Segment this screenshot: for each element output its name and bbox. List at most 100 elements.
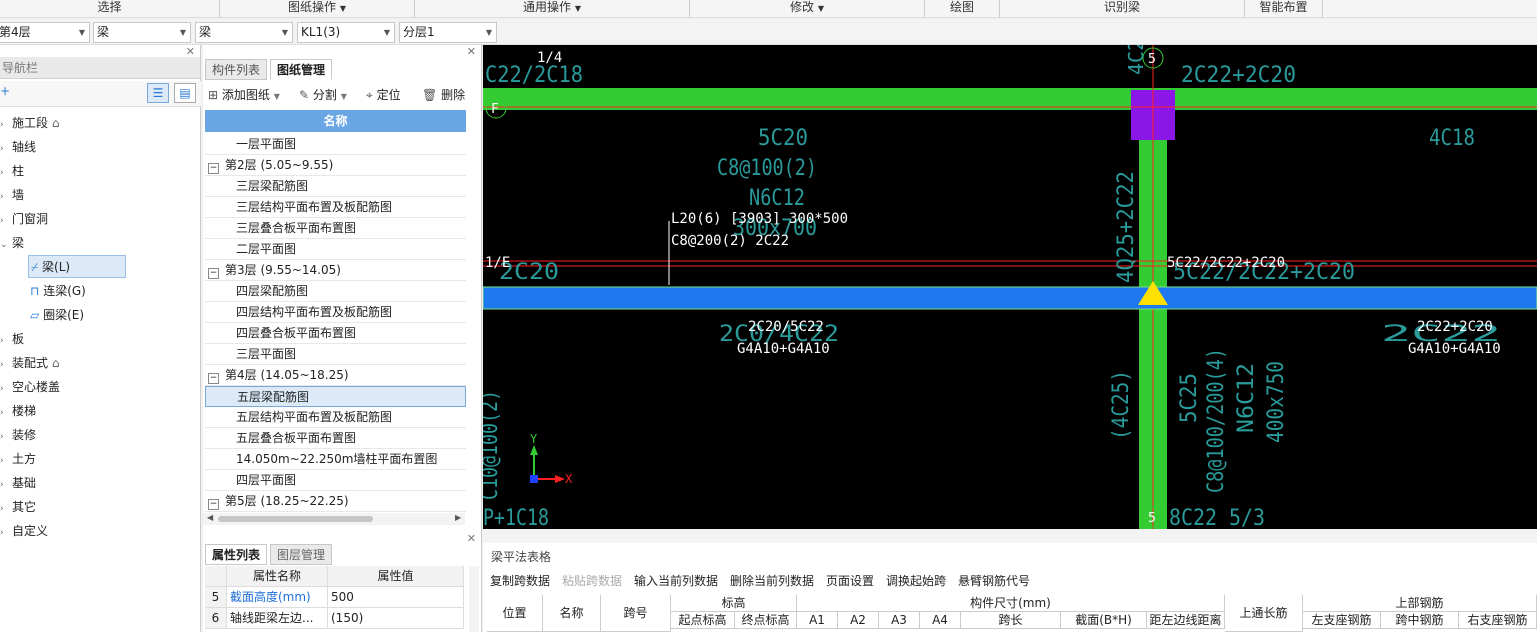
layer-select[interactable]: 分层1 ▼ — [399, 22, 497, 43]
prop-row-value[interactable]: (150) — [328, 608, 464, 629]
drawing-row[interactable]: 三层平面图 — [205, 344, 466, 365]
drawing-row[interactable]: 四层结构平面布置及板配筋图 — [205, 302, 466, 323]
nav-item-prefab[interactable]: › 装配式 ⌂ — [0, 352, 59, 374]
ribbon-smart-layout-group[interactable]: 智能布置 — [1245, 0, 1323, 18]
nav-item-wall[interactable]: › 墙 — [0, 184, 24, 206]
type-select[interactable]: 梁 ▼ — [93, 22, 191, 43]
close-icon[interactable]: ✕ — [467, 532, 476, 545]
ribbon-draw-group[interactable]: 绘图 — [925, 0, 1000, 18]
ribbon-common-ops-group[interactable]: 通用操作 ▼ — [415, 0, 690, 18]
collapse-icon[interactable]: − — [208, 499, 219, 510]
close-icon[interactable]: ✕ — [467, 45, 476, 58]
copy-span-button[interactable]: 复制跨数据 — [490, 572, 550, 589]
chevron-right-icon: › — [0, 528, 4, 538]
row-label: 四层叠合板平面布置图 — [236, 326, 357, 340]
detail-view-icon[interactable]: ▤ — [174, 83, 196, 103]
ribbon-select-group[interactable]: 选择 — [0, 0, 220, 18]
floor-select[interactable]: 第4层 ▼ — [0, 22, 90, 43]
beam-blue-selected[interactable] — [483, 286, 1537, 310]
splitter-bar[interactable] — [483, 529, 1537, 543]
floor-select-value: 第4层 — [0, 25, 31, 39]
list-view-icon[interactable]: ☰ — [147, 83, 169, 103]
nav-item-label: 楼梯 — [12, 404, 37, 418]
collapse-icon[interactable]: − — [208, 163, 219, 174]
tab-properties[interactable]: 属性列表 — [205, 544, 268, 565]
paste-span-button[interactable]: 粘贴跨数据 — [562, 572, 622, 589]
nav-subitem-beam-l[interactable]: ⌿ 梁(L) — [28, 255, 126, 278]
beam-label-span: 5C22/2C22+2C20 — [1167, 255, 1285, 271]
input-column-button[interactable]: 输入当前列数据 — [634, 572, 718, 589]
swap-start-span-button[interactable]: 调换起始跨 — [886, 572, 946, 589]
add-drawing-label: 添加图纸 — [221, 88, 270, 102]
ribbon-common-ops-label: 通用操作 — [523, 0, 572, 14]
nav-item-construction-section[interactable]: › 施工段 ⌂ — [0, 112, 59, 134]
delete-column-button[interactable]: 删除当前列数据 — [730, 572, 814, 589]
cantilever-code-button[interactable]: 悬臂钢筋代号 — [958, 572, 1030, 589]
floor-group-row[interactable]: − 第5层 (18.25~22.25) — [205, 491, 466, 512]
drawing-row[interactable]: 五层结构平面布置及板配筋图 — [205, 407, 466, 428]
floor-group-row[interactable]: − 第4层 (14.05~18.25) — [205, 365, 466, 386]
nav-item-column[interactable]: › 柱 — [0, 160, 24, 182]
collapse-icon[interactable]: − — [208, 268, 219, 279]
beam-label-waist-left: G4A10+G4A10 — [737, 341, 830, 357]
cad-drawing-canvas[interactable]: F 5 5 C22/2C18 4C2 2C22+2C20 4C18 5C20 C… — [483, 45, 1537, 529]
add-drawing-button[interactable]: ⊞ 添加图纸 ▼ — [208, 85, 280, 105]
floor-group-row[interactable]: − 第3层 (9.55~14.05) — [205, 260, 466, 281]
drawing-row[interactable]: 二层平面图 — [205, 239, 466, 260]
tab-layers[interactable]: 图层管理 — [270, 544, 333, 565]
nav-item-custom[interactable]: › 自定义 — [0, 520, 48, 542]
drawing-row[interactable]: 三层梁配筋图 — [205, 176, 466, 197]
ribbon-identify-beam-group[interactable]: 识别梁 — [1000, 0, 1245, 18]
nav-item-label: 板 — [12, 332, 25, 346]
nav-item-earthwork[interactable]: › 土方 — [0, 448, 36, 470]
nav-item-decoration[interactable]: › 装修 — [0, 424, 36, 446]
nav-item-stair[interactable]: › 楼梯 — [0, 400, 36, 422]
scroll-left-icon[interactable]: ◀ — [207, 513, 213, 522]
drawing-row[interactable]: 四层叠合板平面布置图 — [205, 323, 466, 344]
beam-label-bottom-right: 2C22+2C20 — [1417, 319, 1493, 335]
col-header-a3: A3 — [879, 612, 920, 629]
type-select-value: 梁 — [97, 25, 110, 39]
tab-component-list[interactable]: 构件列表 — [205, 59, 268, 80]
nav-item-hollow-floor[interactable]: › 空心楼盖 — [0, 376, 60, 398]
nav-item-door-window[interactable]: › 门窗洞 — [0, 208, 48, 230]
nav-item-axis[interactable]: › 轴线 — [0, 136, 36, 158]
chevron-down-icon: ▼ — [574, 4, 581, 13]
col-header-end-elev: 终点标高 — [735, 612, 797, 629]
locate-button[interactable]: ⌖ 定位 — [366, 85, 401, 105]
collapse-icon[interactable]: − — [208, 373, 219, 384]
cad-text: N6C12 — [749, 186, 805, 211]
tab-drawing-management[interactable]: 图纸管理 — [270, 59, 333, 80]
drawing-row[interactable]: 四层平面图 — [205, 470, 466, 491]
drawing-row[interactable]: 一层平面图 — [205, 134, 466, 155]
chevron-down-icon: ▼ — [817, 4, 824, 13]
drawing-row[interactable]: 五层叠合板平面布置图 — [205, 428, 466, 449]
vertical-scrollbar[interactable] — [469, 566, 479, 632]
nav-item-beam[interactable]: ⌄ 梁 — [0, 232, 24, 254]
floor-group-row[interactable]: − 第2层 (5.05~9.55) — [205, 155, 466, 176]
row-label: 三层梁配筋图 — [236, 179, 309, 193]
delete-button[interactable]: 🗑 删除 — [422, 85, 465, 105]
row-label: 五层叠合板平面布置图 — [236, 431, 357, 445]
nav-subitem-ring-beam[interactable]: ▱ 圈梁(E) — [30, 304, 84, 326]
split-button[interactable]: ✎ 分割 ▼ — [299, 85, 347, 105]
scroll-right-icon[interactable]: ▶ — [455, 513, 461, 522]
ribbon-drawing-ops-group[interactable]: 图纸操作 ▼ — [220, 0, 415, 18]
row-label: 第5层 (18.25~22.25) — [225, 494, 349, 508]
subtype-select[interactable]: 梁 ▼ — [195, 22, 293, 43]
nav-item-foundation[interactable]: › 基础 — [0, 472, 36, 494]
drawing-row[interactable]: 三层结构平面布置及板配筋图 — [205, 197, 466, 218]
nav-subitem-link-beam[interactable]: ⊓ 连梁(G) — [30, 280, 86, 302]
horizontal-scroll-thumb[interactable] — [218, 516, 373, 522]
drawing-row[interactable]: 三层叠合板平面布置图 — [205, 218, 466, 239]
ribbon-modify-group[interactable]: 修改 ▼ — [690, 0, 925, 18]
drawing-row[interactable]: 14.050m~22.250m墙柱平面布置图 — [205, 449, 466, 470]
prop-row-value[interactable]: 500 — [328, 587, 464, 608]
page-setup-button[interactable]: 页面设置 — [826, 572, 874, 589]
drawing-row[interactable]: 四层梁配筋图 — [205, 281, 466, 302]
nav-item-other[interactable]: › 其它 — [0, 496, 36, 518]
add-icon[interactable]: + — [0, 84, 10, 98]
nav-item-slab[interactable]: › 板 — [0, 328, 24, 350]
component-select[interactable]: KL1(3) ▼ — [297, 22, 395, 43]
drawing-row[interactable]: 五层梁配筋图 — [205, 386, 466, 407]
